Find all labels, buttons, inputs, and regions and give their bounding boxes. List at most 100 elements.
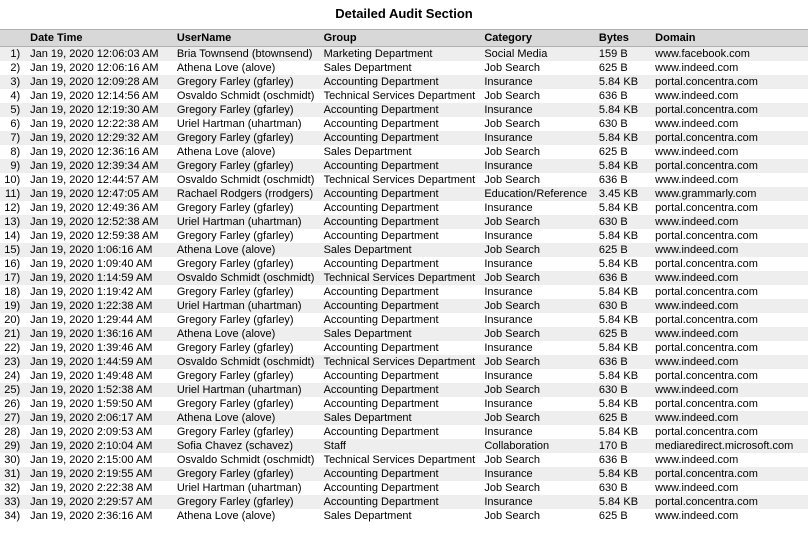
cell-datetime: Jan 19, 2020 12:22:38 AM <box>26 117 173 131</box>
cell-bytes: 625 B <box>595 243 651 257</box>
table-row[interactable]: 16)Jan 19, 2020 1:09:40 AMGregory Farley… <box>0 257 808 271</box>
cell-username: Athena Love (alove) <box>173 411 320 425</box>
cell-domain: portal.concentra.com <box>651 369 808 383</box>
table-row[interactable]: 27)Jan 19, 2020 2:06:17 AMAthena Love (a… <box>0 411 808 425</box>
cell-domain: www.indeed.com <box>651 117 808 131</box>
table-row[interactable]: 2)Jan 19, 2020 12:06:16 AMAthena Love (a… <box>0 61 808 75</box>
cell-category: Job Search <box>480 271 595 285</box>
table-row[interactable]: 9)Jan 19, 2020 12:39:34 AMGregory Farley… <box>0 159 808 173</box>
table-row[interactable]: 17)Jan 19, 2020 1:14:59 AMOsvaldo Schmid… <box>0 271 808 285</box>
cell-username: Athena Love (alove) <box>173 243 320 257</box>
table-row[interactable]: 4)Jan 19, 2020 12:14:56 AMOsvaldo Schmid… <box>0 89 808 103</box>
table-row[interactable]: 7)Jan 19, 2020 12:29:32 AMGregory Farley… <box>0 131 808 145</box>
cell-index: 25) <box>0 383 26 397</box>
cell-category: Insurance <box>480 257 595 271</box>
cell-group: Technical Services Department <box>320 271 481 285</box>
cell-domain: portal.concentra.com <box>651 425 808 439</box>
table-row[interactable]: 22)Jan 19, 2020 1:39:46 AMGregory Farley… <box>0 341 808 355</box>
cell-group: Accounting Department <box>320 215 481 229</box>
table-row[interactable]: 24)Jan 19, 2020 1:49:48 AMGregory Farley… <box>0 369 808 383</box>
table-row[interactable]: 11)Jan 19, 2020 12:47:05 AMRachael Rodge… <box>0 187 808 201</box>
table-row[interactable]: 8)Jan 19, 2020 12:36:16 AMAthena Love (a… <box>0 145 808 159</box>
cell-username: Gregory Farley (gfarley) <box>173 369 320 383</box>
table-row[interactable]: 34)Jan 19, 2020 2:36:16 AMAthena Love (a… <box>0 509 808 523</box>
cell-datetime: Jan 19, 2020 1:49:48 AM <box>26 369 173 383</box>
table-row[interactable]: 15)Jan 19, 2020 1:06:16 AMAthena Love (a… <box>0 243 808 257</box>
col-username[interactable]: UserName <box>173 30 320 47</box>
cell-domain: mediaredirect.microsoft.com <box>651 439 808 453</box>
cell-domain: portal.concentra.com <box>651 75 808 89</box>
cell-domain: portal.concentra.com <box>651 201 808 215</box>
cell-group: Accounting Department <box>320 103 481 117</box>
cell-domain: www.indeed.com <box>651 215 808 229</box>
cell-datetime: Jan 19, 2020 12:44:57 AM <box>26 173 173 187</box>
table-row[interactable]: 21)Jan 19, 2020 1:36:16 AMAthena Love (a… <box>0 327 808 341</box>
table-row[interactable]: 10)Jan 19, 2020 12:44:57 AMOsvaldo Schmi… <box>0 173 808 187</box>
col-group[interactable]: Group <box>320 30 481 47</box>
cell-username: Gregory Farley (gfarley) <box>173 313 320 327</box>
table-row[interactable]: 14)Jan 19, 2020 12:59:38 AMGregory Farle… <box>0 229 808 243</box>
cell-category: Job Search <box>480 215 595 229</box>
table-row[interactable]: 3)Jan 19, 2020 12:09:28 AMGregory Farley… <box>0 75 808 89</box>
table-row[interactable]: 1)Jan 19, 2020 12:06:03 AMBria Townsend … <box>0 47 808 62</box>
cell-datetime: Jan 19, 2020 12:29:32 AM <box>26 131 173 145</box>
table-row[interactable]: 32)Jan 19, 2020 2:22:38 AMUriel Hartman … <box>0 481 808 495</box>
table-row[interactable]: 19)Jan 19, 2020 1:22:38 AMUriel Hartman … <box>0 299 808 313</box>
cell-domain: portal.concentra.com <box>651 159 808 173</box>
table-row[interactable]: 12)Jan 19, 2020 12:49:36 AMGregory Farle… <box>0 201 808 215</box>
cell-group: Accounting Department <box>320 257 481 271</box>
cell-bytes: 625 B <box>595 327 651 341</box>
cell-datetime: Jan 19, 2020 12:47:05 AM <box>26 187 173 201</box>
table-row[interactable]: 31)Jan 19, 2020 2:19:55 AMGregory Farley… <box>0 467 808 481</box>
table-row[interactable]: 33)Jan 19, 2020 2:29:57 AMGregory Farley… <box>0 495 808 509</box>
cell-index: 20) <box>0 313 26 327</box>
cell-index: 34) <box>0 509 26 523</box>
table-row[interactable]: 28)Jan 19, 2020 2:09:53 AMGregory Farley… <box>0 425 808 439</box>
table-row[interactable]: 30)Jan 19, 2020 2:15:00 AMOsvaldo Schmid… <box>0 453 808 467</box>
cell-category: Job Search <box>480 61 595 75</box>
cell-category: Job Search <box>480 411 595 425</box>
cell-bytes: 5.84 KB <box>595 495 651 509</box>
table-row[interactable]: 23)Jan 19, 2020 1:44:59 AMOsvaldo Schmid… <box>0 355 808 369</box>
cell-username: Gregory Farley (gfarley) <box>173 285 320 299</box>
cell-category: Job Search <box>480 243 595 257</box>
cell-bytes: 636 B <box>595 89 651 103</box>
cell-bytes: 636 B <box>595 453 651 467</box>
table-row[interactable]: 25)Jan 19, 2020 1:52:38 AMUriel Hartman … <box>0 383 808 397</box>
cell-group: Marketing Department <box>320 47 481 62</box>
table-row[interactable]: 5)Jan 19, 2020 12:19:30 AMGregory Farley… <box>0 103 808 117</box>
cell-datetime: Jan 19, 2020 1:09:40 AM <box>26 257 173 271</box>
col-domain[interactable]: Domain <box>651 30 808 47</box>
cell-domain: portal.concentra.com <box>651 131 808 145</box>
table-row[interactable]: 18)Jan 19, 2020 1:19:42 AMGregory Farley… <box>0 285 808 299</box>
cell-bytes: 630 B <box>595 299 651 313</box>
cell-domain: www.indeed.com <box>651 411 808 425</box>
cell-category: Insurance <box>480 425 595 439</box>
audit-table: Date Time UserName Group Category Bytes … <box>0 29 808 523</box>
cell-index: 5) <box>0 103 26 117</box>
table-row[interactable]: 6)Jan 19, 2020 12:22:38 AMUriel Hartman … <box>0 117 808 131</box>
table-row[interactable]: 13)Jan 19, 2020 12:52:38 AMUriel Hartman… <box>0 215 808 229</box>
cell-bytes: 630 B <box>595 117 651 131</box>
col-bytes[interactable]: Bytes <box>595 30 651 47</box>
cell-username: Gregory Farley (gfarley) <box>173 495 320 509</box>
table-row[interactable]: 26)Jan 19, 2020 1:59:50 AMGregory Farley… <box>0 397 808 411</box>
cell-group: Accounting Department <box>320 313 481 327</box>
table-row[interactable]: 20)Jan 19, 2020 1:29:44 AMGregory Farley… <box>0 313 808 327</box>
cell-index: 19) <box>0 299 26 313</box>
cell-bytes: 5.84 KB <box>595 159 651 173</box>
cell-datetime: Jan 19, 2020 1:19:42 AM <box>26 285 173 299</box>
table-row[interactable]: 29)Jan 19, 2020 2:10:04 AMSofia Chavez (… <box>0 439 808 453</box>
cell-category: Insurance <box>480 201 595 215</box>
cell-username: Uriel Hartman (uhartman) <box>173 117 320 131</box>
cell-index: 22) <box>0 341 26 355</box>
col-category[interactable]: Category <box>480 30 595 47</box>
cell-category: Insurance <box>480 75 595 89</box>
cell-datetime: Jan 19, 2020 1:39:46 AM <box>26 341 173 355</box>
cell-index: 9) <box>0 159 26 173</box>
cell-username: Gregory Farley (gfarley) <box>173 131 320 145</box>
cell-category: Insurance <box>480 131 595 145</box>
col-datetime[interactable]: Date Time <box>26 30 173 47</box>
col-index[interactable] <box>0 30 26 47</box>
cell-category: Job Search <box>480 89 595 103</box>
